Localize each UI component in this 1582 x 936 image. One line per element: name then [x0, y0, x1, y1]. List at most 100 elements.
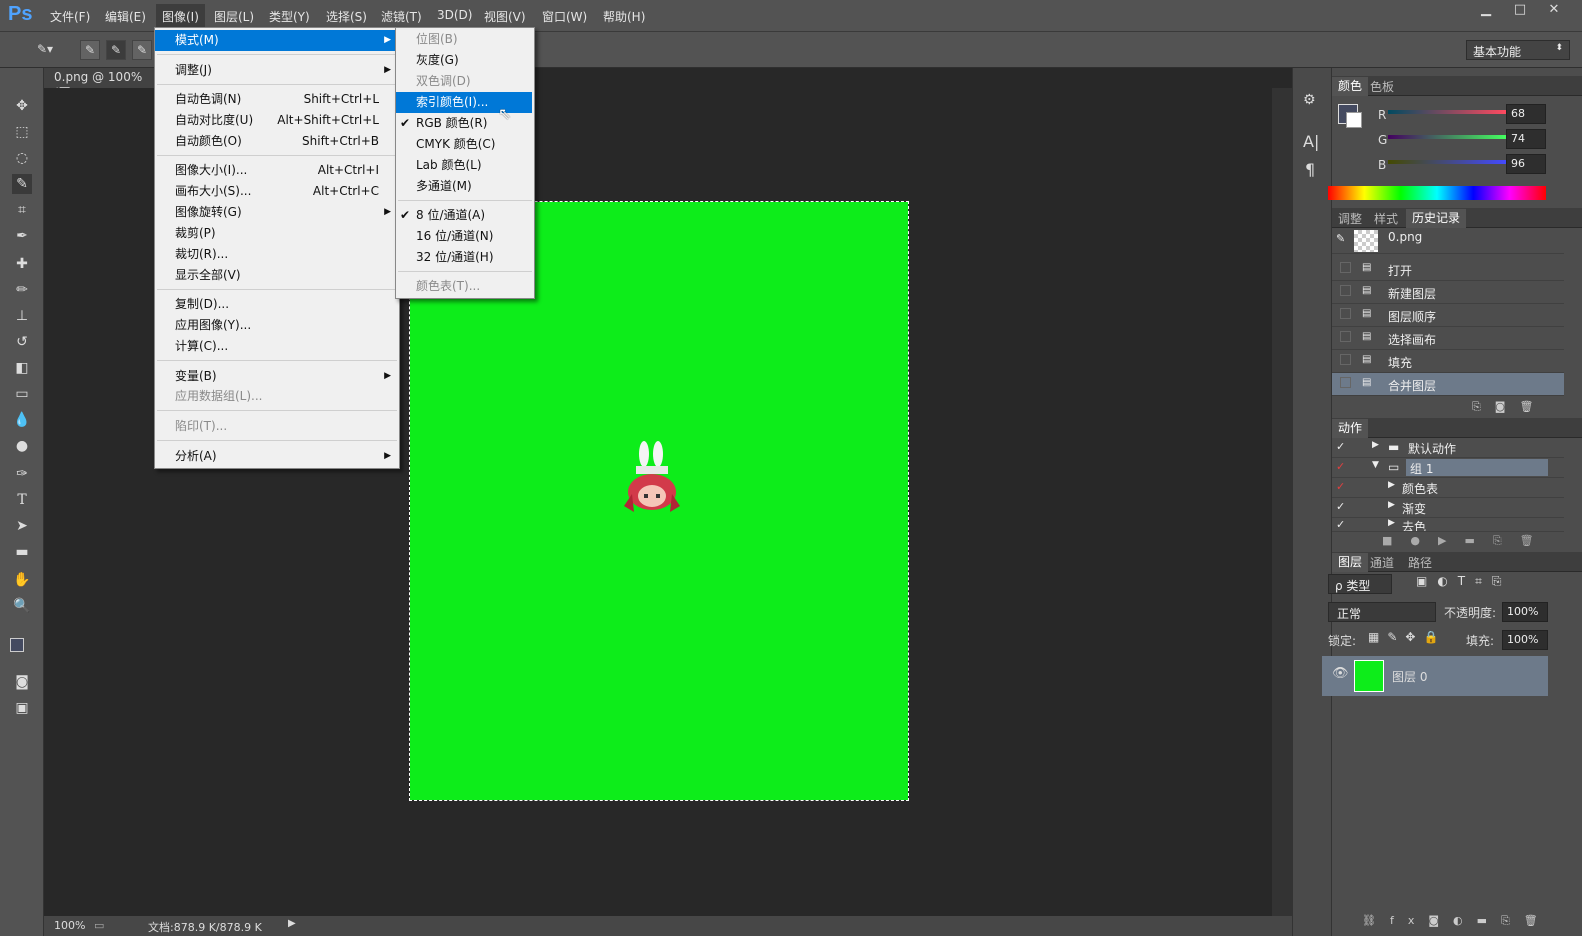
mode-32-bit[interactable]: 32 位/通道(H) [396, 247, 532, 268]
menu-item-variables[interactable]: 变量(B) ▶ [155, 366, 397, 387]
action-item[interactable]: ✓ ▶ 去色 [1332, 518, 1564, 532]
slider-g[interactable] [1388, 135, 1506, 139]
lasso-tool-icon[interactable]: ◌ [12, 148, 32, 168]
mode-cmyk-color[interactable]: CMYK 颜色(C) [396, 134, 532, 155]
menu-item-trim[interactable]: 裁切(R)... [155, 244, 397, 265]
history-brush-icon[interactable]: ↺ [12, 332, 32, 352]
menu-item-mode[interactable]: 模式(M) ▶ [155, 30, 397, 51]
history-item[interactable]: ▤ 图层顺序 [1332, 304, 1564, 327]
tool-preset-picker[interactable]: ✎▾ [28, 40, 62, 60]
tab-actions[interactable]: 动作 [1332, 419, 1369, 438]
dodge-tool-icon[interactable]: ● [12, 436, 32, 456]
mode-multichannel[interactable]: 多通道(M) [396, 176, 532, 197]
menu-window[interactable]: 窗口(W) [542, 8, 587, 25]
status-menu-arrow-icon[interactable]: ▶ [288, 918, 296, 929]
tab-layers[interactable]: 图层 [1332, 553, 1369, 572]
actions-footer-icons[interactable]: ■●▶▬⎘🗑 [1382, 534, 1552, 548]
foreground-color-swatch[interactable] [10, 638, 24, 652]
value-g[interactable]: 74 [1506, 129, 1546, 149]
blur-tool-icon[interactable]: 💧 [12, 410, 32, 430]
slider-b[interactable] [1388, 160, 1506, 164]
history-item-selected[interactable]: ▤ 合并图层 [1332, 373, 1564, 396]
menu-3d[interactable]: 3D(D) [437, 8, 472, 22]
menu-layer[interactable]: 图层(L) [214, 8, 254, 25]
menu-select[interactable]: 选择(S) [326, 8, 367, 25]
pen-tool-icon[interactable]: ✑ [12, 464, 32, 484]
mode-16-bit[interactable]: 16 位/通道(N) [396, 226, 532, 247]
color-spectrum-ramp[interactable] [1328, 186, 1546, 200]
healing-brush-icon[interactable]: ✚ [12, 254, 32, 274]
lock-icons[interactable]: ▦✎✥🔒 [1368, 630, 1446, 644]
tab-adjustments[interactable]: 调整 [1338, 210, 1362, 227]
marquee-tool-icon[interactable]: ⬚ [12, 122, 32, 142]
tab-styles[interactable]: 样式 [1374, 210, 1398, 227]
minimize-button[interactable]: ▁ [1470, 2, 1502, 22]
menu-item-analysis[interactable]: 分析(A) ▶ [155, 446, 397, 467]
tab-swatches[interactable]: 色板 [1370, 78, 1394, 95]
tab-history[interactable]: 历史记录 [1406, 209, 1467, 228]
paragraph-panel-icon[interactable]: ¶ [1305, 160, 1315, 179]
mode-grayscale[interactable]: 灰度(G) [396, 50, 532, 71]
zoom-tool-icon[interactable]: 🔍 [12, 596, 32, 616]
layer-row[interactable]: 👁 图层 0 [1322, 656, 1548, 696]
mode-rgb-color[interactable]: ✔ RGB 颜色(R) [396, 113, 532, 134]
maximize-button[interactable]: □ [1504, 2, 1536, 22]
layer-filter-icons[interactable]: ▣◐T⌗⎘ [1416, 574, 1512, 589]
action-set[interactable]: ✓ ▶ ▬ 默认动作 [1332, 438, 1564, 458]
history-item[interactable]: ▤ 填充 [1332, 350, 1564, 373]
add-selection-icon[interactable]: ✎ [106, 40, 126, 60]
menu-item-image-rotation[interactable]: 图像旋转(G) ▶ [155, 202, 397, 223]
slider-r[interactable] [1388, 110, 1506, 114]
menu-file[interactable]: 文件(F) [50, 8, 90, 25]
eyedropper-tool-icon[interactable]: ✒ [12, 226, 32, 246]
path-selection-icon[interactable]: ➤ [12, 516, 32, 536]
tab-channels[interactable]: 通道 [1370, 554, 1394, 571]
rectangle-tool-icon[interactable]: ▬ [12, 542, 32, 562]
gradient-tool-icon[interactable]: ▭ [12, 384, 32, 404]
quick-mask-icon[interactable]: ◙ [12, 672, 32, 692]
brush-tool-icon[interactable]: ✏ [12, 280, 32, 300]
menu-type[interactable]: 类型(Y) [269, 8, 310, 25]
history-snapshot[interactable]: ✎ 0.png [1332, 228, 1564, 254]
workspace-switcher[interactable]: 基本功能 ⬍ [1466, 40, 1570, 60]
crop-tool-icon[interactable]: ⌗ [12, 200, 32, 220]
tab-color[interactable]: 颜色 [1332, 77, 1369, 96]
menu-help[interactable]: 帮助(H) [603, 8, 645, 25]
eye-icon[interactable]: 👁 [1332, 666, 1349, 681]
new-selection-icon[interactable]: ✎ [80, 40, 100, 60]
history-panel-icon[interactable]: ⚙ [1303, 92, 1316, 108]
value-r[interactable]: 68 [1506, 104, 1546, 124]
move-tool-icon[interactable]: ✥ [12, 96, 32, 116]
document-tab[interactable]: 0.png @ 100% (图 [44, 68, 160, 100]
screen-mode-icon[interactable]: ▣ [12, 698, 32, 718]
type-tool-icon[interactable]: T [12, 490, 32, 510]
subtract-selection-icon[interactable]: ✎ [132, 40, 152, 60]
menu-item-apply-image[interactable]: 应用图像(Y)... [155, 315, 397, 336]
menu-image[interactable]: 图像(I) [156, 4, 205, 29]
character-panel-icon[interactable]: A| [1303, 132, 1319, 151]
menu-item-adjustments[interactable]: 调整(J) ▶ [155, 60, 397, 81]
history-item[interactable]: ▤ 新建图层 [1332, 281, 1564, 304]
blend-mode-select[interactable]: 正常 [1328, 602, 1436, 622]
clone-stamp-icon[interactable]: ⊥ [12, 306, 32, 326]
tab-paths[interactable]: 路径 [1408, 554, 1432, 571]
action-item[interactable]: ✓ ▶ 渐变 [1332, 498, 1564, 518]
hand-tool-icon[interactable]: ✋ [12, 570, 32, 590]
action-item[interactable]: ✓ ▶ 颜色表 [1332, 478, 1564, 498]
quick-selection-tool-icon[interactable]: ✎ [12, 174, 32, 194]
layers-footer-icons[interactable]: ⛓fx◙◐▬⎘🗑 [1362, 914, 1552, 928]
eraser-tool-icon[interactable]: ◧ [12, 358, 32, 378]
menu-item-reveal-all[interactable]: 显示全部(V) [155, 265, 397, 286]
menu-item-auto-tone[interactable]: 自动色调(N) Shift+Ctrl+L [155, 89, 397, 110]
menu-item-canvas-size[interactable]: 画布大小(S)... Alt+Ctrl+C [155, 181, 397, 202]
menu-item-auto-contrast[interactable]: 自动对比度(U) Alt+Shift+Ctrl+L [155, 110, 397, 131]
menu-item-auto-color[interactable]: 自动颜色(O) Shift+Ctrl+B [155, 131, 397, 152]
menu-item-crop[interactable]: 裁剪(P) [155, 223, 397, 244]
menu-item-calculations[interactable]: 计算(C)... [155, 336, 397, 357]
menu-item-duplicate[interactable]: 复制(D)... [155, 294, 397, 315]
history-item[interactable]: ▤ 打开 [1332, 258, 1564, 281]
color-background-swatch[interactable] [1346, 112, 1362, 128]
menu-edit[interactable]: 编辑(E) [105, 8, 146, 25]
zoom-level[interactable]: 100% [54, 919, 85, 932]
menu-item-image-size[interactable]: 图像大小(I)... Alt+Ctrl+I [155, 160, 397, 181]
